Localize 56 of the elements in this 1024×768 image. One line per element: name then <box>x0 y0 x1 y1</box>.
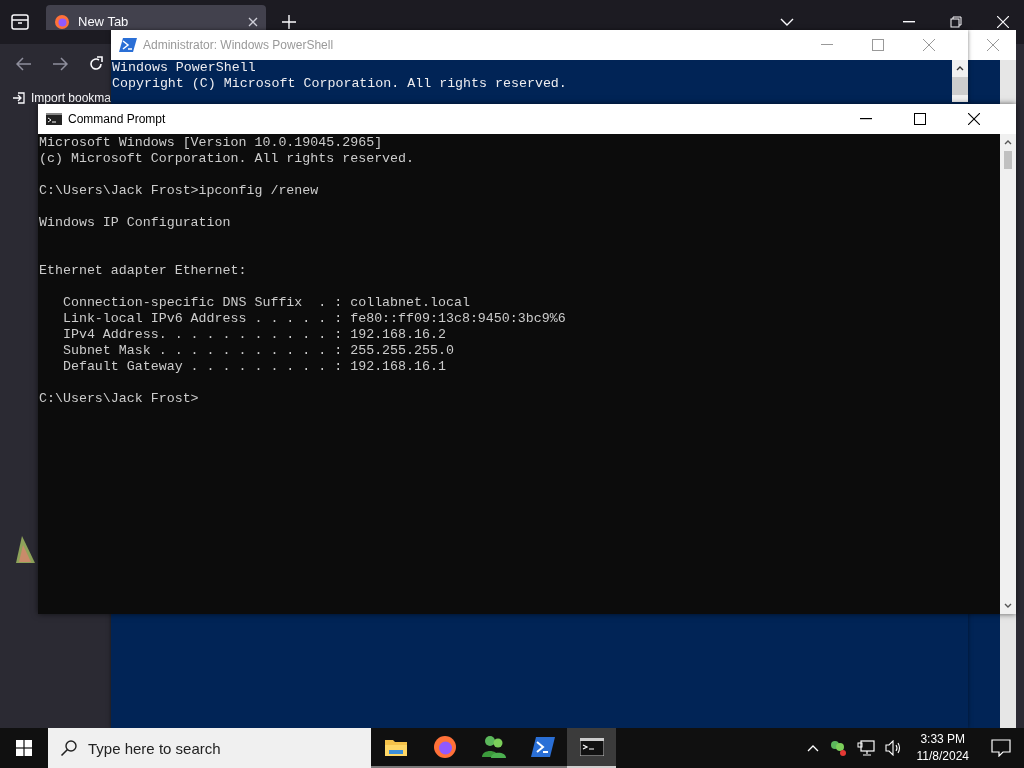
time-text: 3:33 PM <box>920 731 966 748</box>
scroll-up-icon[interactable] <box>956 66 964 71</box>
minimize-icon[interactable] <box>860 118 872 120</box>
powershell-icon <box>119 38 137 52</box>
close-icon[interactable] <box>968 113 980 125</box>
console-line: Copyright (C) Microsoft Corporation. All rights reserved. <box>111 76 568 92</box>
scrollbar[interactable] <box>1000 60 1016 104</box>
reload-icon[interactable] <box>88 56 104 72</box>
clock[interactable]: 3:33 PM 11/8/2024 <box>916 731 969 765</box>
browser-tab[interactable]: New Tab <box>46 5 266 30</box>
maximize-icon[interactable] <box>914 113 926 125</box>
network-icon[interactable] <box>856 740 875 756</box>
windows-icon <box>16 740 32 756</box>
chevron-up-icon[interactable] <box>806 744 819 752</box>
chevron-down-icon[interactable] <box>780 18 794 26</box>
console-line: (c) Microsoft Corporation. All rights reserved. <box>39 151 416 167</box>
terminal-icon <box>46 113 62 125</box>
scrollbar-thumb[interactable] <box>1004 151 1012 169</box>
scrollbar-thumb[interactable] <box>952 77 968 95</box>
terminal-app-button[interactable] <box>567 728 616 768</box>
scroll-up-icon[interactable] <box>1004 140 1012 145</box>
scroll-down-icon[interactable] <box>1004 603 1012 608</box>
firefox-icon <box>54 13 70 30</box>
console-line: Windows PowerShell <box>111 60 257 76</box>
console-line: Connection-specific DNS Suffix . : collabnet.local <box>61 295 471 311</box>
people-icon[interactable] <box>828 739 847 757</box>
restore-icon[interactable] <box>950 16 962 28</box>
console-line: Windows IP Configuration <box>39 215 232 231</box>
people-icon <box>480 735 507 759</box>
speaker-icon[interactable] <box>884 740 903 756</box>
firefox-icon <box>432 735 457 759</box>
console-line: Link-local IPv6 Address . . . . . : fe80::ff09:13c8:9450:3bc9%6 <box>61 311 567 327</box>
notification-icon[interactable] <box>991 739 1011 757</box>
back-icon[interactable] <box>16 57 32 71</box>
console-line: Ethernet adapter Ethernet: <box>39 263 248 279</box>
date-text: 11/8/2024 <box>916 748 969 765</box>
scrollbar[interactable] <box>952 60 968 102</box>
console-line: C:\Users\Jack Frost>ipconfig /renew <box>39 183 320 199</box>
search-field[interactable]: Type here to search <box>48 728 371 768</box>
console-line: Default Gateway . . . . . . . . . : 192.168.16.1 <box>61 359 447 375</box>
forward-icon[interactable] <box>52 57 68 71</box>
console-line: IPv4 Address. . . . . . . . . . . : 192.168.16.2 <box>61 327 447 343</box>
folder-icon <box>383 737 408 757</box>
new-tab-icon[interactable] <box>282 15 296 29</box>
console-line: Subnet Mask . . . . . . . . . . . : 255.255.255.0 <box>61 343 455 359</box>
tree-icon[interactable] <box>14 535 36 565</box>
window-title: Administrator: Windows PowerShell <box>143 38 334 52</box>
scrollbar[interactable] <box>1000 134 1016 614</box>
powershell-icon <box>530 737 555 757</box>
import-icon <box>12 91 26 105</box>
console-line: Microsoft Windows [Version 10.0.19045.2965] <box>39 135 384 151</box>
window-title: Command Prompt <box>68 112 166 126</box>
bookmark-link[interactable]: Import bookma <box>31 91 112 105</box>
terminal-icon <box>579 738 604 756</box>
sidebar-icon[interactable] <box>11 14 29 30</box>
console-line: C:\Users\Jack Frost> <box>39 391 200 407</box>
